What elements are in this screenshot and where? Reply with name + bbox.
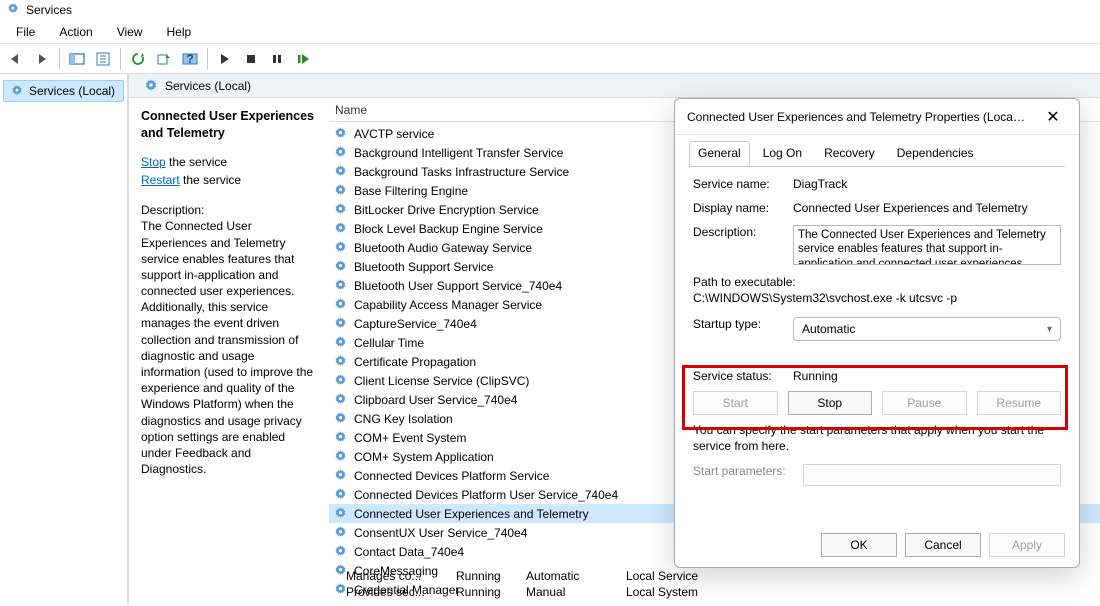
resume-button: Resume xyxy=(977,391,1062,415)
service-name: CNG Key Isolation xyxy=(354,412,453,426)
toolbar-restart-icon[interactable] xyxy=(291,47,315,71)
menu-action[interactable]: Action xyxy=(49,23,102,41)
service-name: Client License Service (ClipSVC) xyxy=(354,374,529,388)
pause-button: Pause xyxy=(882,391,967,415)
stop-button[interactable]: Stop xyxy=(788,391,873,415)
service-name: Bluetooth User Support Service_740e4 xyxy=(354,279,562,293)
service-name: COM+ Event System xyxy=(354,431,466,445)
app-icon xyxy=(6,2,20,19)
toolbar-start-icon[interactable] xyxy=(213,47,237,71)
selected-service-title: Connected User Experiences and Telemetry xyxy=(141,108,317,142)
svg-text:?: ? xyxy=(186,52,193,66)
path-value: C:\WINDOWS\System32\svchost.exe -k utcsv… xyxy=(693,291,1061,305)
service-name: Background Tasks Infrastructure Service xyxy=(354,165,569,179)
toolbar-export-icon[interactable] xyxy=(152,47,176,71)
extended-detail-column: Connected User Experiences and Telemetry… xyxy=(129,98,329,604)
menu-view[interactable]: View xyxy=(107,23,153,41)
service-name-label: Service name: xyxy=(693,177,783,191)
menu-file[interactable]: File xyxy=(6,23,45,41)
service-name: AVCTP service xyxy=(354,127,434,141)
service-name: Connected Devices Platform User Service_… xyxy=(354,488,618,502)
service-name: Connected User Experiences and Telemetry xyxy=(354,507,589,521)
service-name: Cellular Time xyxy=(354,336,424,350)
toolbar-refresh-icon[interactable] xyxy=(126,47,150,71)
start-button: Start xyxy=(693,391,778,415)
startup-type-select[interactable]: Automatic ▾ xyxy=(793,317,1061,341)
restart-link[interactable]: Restart xyxy=(141,173,180,187)
service-name: Certificate Propagation xyxy=(354,355,476,369)
toolbar-stop-icon[interactable] xyxy=(239,47,263,71)
left-tree-pane: Services (Local) xyxy=(0,74,128,604)
properties-dialog: Connected User Experiences and Telemetry… xyxy=(674,98,1080,568)
service-name: COM+ System Application xyxy=(354,450,494,464)
service-name: Contact Data_740e4 xyxy=(354,545,464,559)
tree-item-services-local[interactable]: Services (Local) xyxy=(3,80,124,102)
toolbar-properties-icon[interactable] xyxy=(91,47,115,71)
description-heading: Description: xyxy=(141,202,317,218)
start-params-label: Start parameters: xyxy=(693,464,793,478)
tab-recovery[interactable]: Recovery xyxy=(815,141,884,166)
service-name: Clipboard User Service_740e4 xyxy=(354,393,517,407)
service-name: CoreMessaging xyxy=(354,564,438,578)
tab-general[interactable]: General xyxy=(689,141,750,166)
service-name: Bluetooth Support Service xyxy=(354,260,493,274)
start-params-hint: You can specify the start parameters tha… xyxy=(693,423,1061,454)
toolbar-show-hide-icon[interactable] xyxy=(65,47,89,71)
tab-logon[interactable]: Log On xyxy=(754,141,811,166)
tree-item-label: Services (Local) xyxy=(29,84,115,98)
cancel-button[interactable]: Cancel xyxy=(905,533,981,557)
service-name: Bluetooth Audio Gateway Service xyxy=(354,241,532,255)
service-status-value: Running xyxy=(793,369,1061,383)
service-name: Connected Devices Platform Service xyxy=(354,469,549,483)
description-text[interactable]: The Connected User Experiences and Telem… xyxy=(793,225,1061,265)
back-button[interactable] xyxy=(4,47,28,71)
tab-dependencies[interactable]: Dependencies xyxy=(888,141,983,166)
apply-button: Apply xyxy=(989,533,1065,557)
toolbar: ? xyxy=(0,44,1100,74)
ok-button[interactable]: OK xyxy=(821,533,897,557)
dialog-title: Connected User Experiences and Telemetry… xyxy=(687,110,1027,124)
description-body: The Connected User Experiences and Telem… xyxy=(141,218,317,477)
toolbar-pause-icon[interactable] xyxy=(265,47,289,71)
service-name: Base Filtering Engine xyxy=(354,184,468,198)
display-name-label: Display name: xyxy=(693,201,783,215)
path-label: Path to executable: xyxy=(693,275,1061,289)
description-label: Description: xyxy=(693,225,783,239)
window-title: Services xyxy=(26,3,72,17)
toolbar-help-icon[interactable]: ? xyxy=(178,47,202,71)
chevron-down-icon: ▾ xyxy=(1047,324,1052,335)
service-name-value: DiagTrack xyxy=(793,177,1061,191)
service-name: ConsentUX User Service_740e4 xyxy=(354,526,527,540)
stop-link[interactable]: Stop xyxy=(141,155,166,169)
list-header-name: Name xyxy=(335,103,367,117)
service-name: Credential Manager xyxy=(354,583,459,597)
right-pane-header: Services (Local) xyxy=(129,74,1100,98)
startup-type-value: Automatic xyxy=(802,322,855,336)
service-name: Background Intelligent Transfer Service xyxy=(354,146,563,160)
service-name: CaptureService_740e4 xyxy=(354,317,477,331)
close-icon[interactable]: ✕ xyxy=(1039,103,1067,131)
startup-type-label: Startup type: xyxy=(693,317,783,331)
menu-bar: File Action View Help xyxy=(0,20,1100,44)
service-name: Capability Access Manager Service xyxy=(354,298,542,312)
display-name-value: Connected User Experiences and Telemetry xyxy=(793,201,1061,215)
service-status-label: Service status: xyxy=(693,369,783,383)
forward-button[interactable] xyxy=(30,47,54,71)
dialog-tabs: General Log On Recovery Dependencies xyxy=(675,135,1079,166)
stop-link-suffix: the service xyxy=(166,155,227,169)
start-params-input xyxy=(803,464,1061,486)
service-name: Block Level Backup Engine Service xyxy=(354,222,543,236)
service-row[interactable]: Credential Manager xyxy=(329,580,1100,599)
restart-link-suffix: the service xyxy=(180,173,241,187)
right-header-label: Services (Local) xyxy=(165,79,251,93)
menu-help[interactable]: Help xyxy=(157,23,202,41)
service-name: BitLocker Drive Encryption Service xyxy=(354,203,539,217)
dialog-titlebar[interactable]: Connected User Experiences and Telemetry… xyxy=(675,99,1079,135)
window-titlebar: Services xyxy=(0,0,1100,20)
